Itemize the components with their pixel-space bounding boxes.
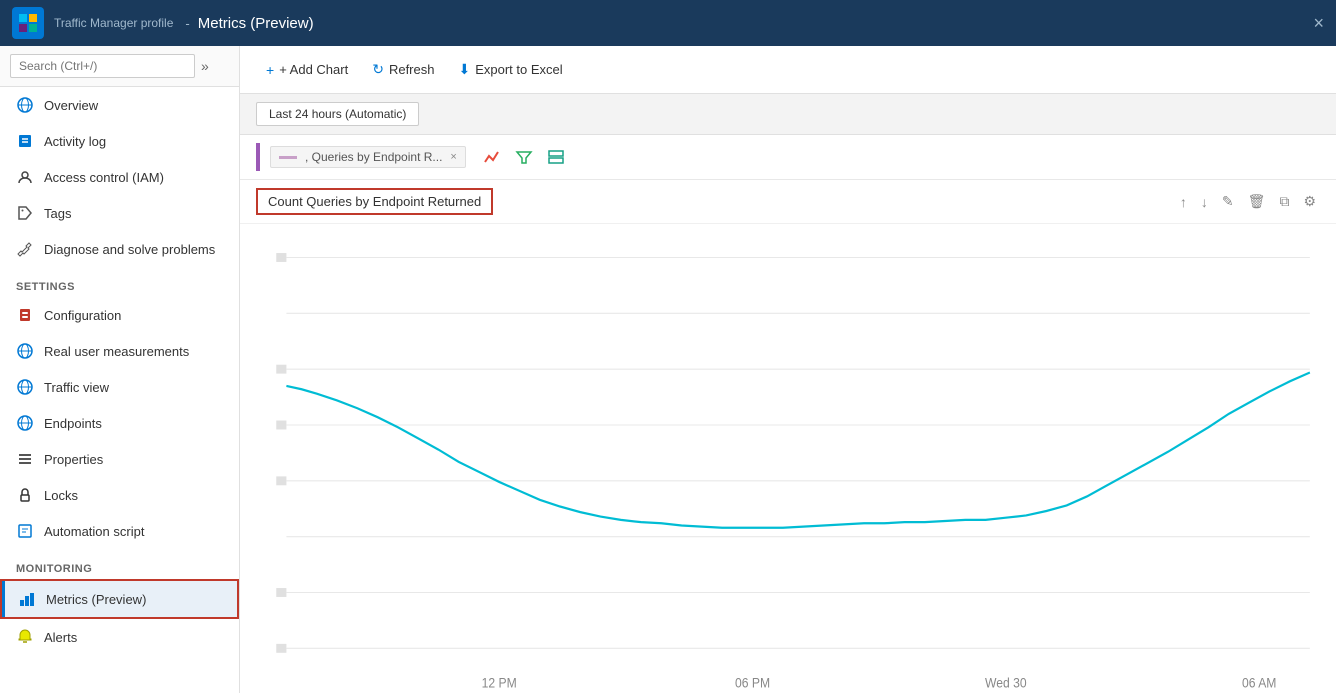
sidebar-item-label: Activity log	[44, 134, 106, 149]
chart-icon-group	[478, 143, 570, 171]
bell-icon	[16, 628, 34, 646]
svg-text:06 AM: 06 AM	[1242, 675, 1276, 691]
content-area: + + Add Chart ↻ Refresh ⬇ Export to Exce…	[240, 46, 1336, 693]
export-button[interactable]: ⬇ Export to Excel	[448, 56, 572, 83]
sidebar-item-configuration[interactable]: Configuration	[0, 297, 239, 333]
sidebar-item-label: Metrics (Preview)	[46, 592, 146, 607]
sidebar-item-endpoints[interactable]: Endpoints	[0, 405, 239, 441]
add-chart-label: + Add Chart	[279, 62, 348, 77]
chart-panel: , Queries by Endpoint R... ×	[240, 135, 1336, 693]
endpoints-icon	[16, 414, 34, 432]
chart-delete-button[interactable]: 🗑	[1244, 191, 1270, 212]
chart-title: Count Queries by Endpoint Returned	[256, 188, 493, 215]
refresh-button[interactable]: ↻ Refresh	[362, 56, 444, 83]
wrench-icon	[16, 240, 34, 258]
add-chart-icon: +	[266, 62, 274, 78]
metric-tab-label: , Queries by Endpoint R...	[305, 150, 442, 164]
sidebar-item-activity-log[interactable]: Activity log	[0, 123, 239, 159]
chart-icon	[18, 590, 36, 608]
svg-text:06 PM: 06 PM	[735, 675, 770, 691]
sidebar-item-alerts[interactable]: Alerts	[0, 619, 239, 655]
top-bar-subtitle: Traffic Manager profile	[54, 16, 173, 30]
sidebar-item-label: Traffic view	[44, 380, 109, 395]
monitoring-section-label: MONITORING	[0, 549, 239, 579]
settings-section-label: SETTINGS	[0, 267, 239, 297]
globe-blue2-icon	[16, 378, 34, 396]
tag-icon	[16, 204, 34, 222]
chart-header: Count Queries by Endpoint Returned ↑ ↓ ✎…	[240, 180, 1336, 224]
sidebar-item-tags[interactable]: Tags	[0, 195, 239, 231]
chart-move-up-button[interactable]: ↑	[1176, 192, 1191, 212]
bars-icon	[16, 450, 34, 468]
activity-log-icon	[16, 132, 34, 150]
sidebar-item-automation-script[interactable]: Automation script	[0, 513, 239, 549]
chart-filter-button[interactable]	[510, 143, 538, 171]
time-range-bar: Last 24 hours (Automatic)	[240, 94, 1336, 135]
toolbar: + + Add Chart ↻ Refresh ⬇ Export to Exce…	[240, 46, 1336, 94]
chart-settings-button[interactable]: ⚙	[1299, 191, 1320, 212]
chart-metric-tabs: , Queries by Endpoint R... ×	[240, 135, 1336, 180]
globe-blue-icon	[16, 342, 34, 360]
sidebar-item-label: Automation script	[44, 524, 144, 539]
search-input[interactable]	[10, 54, 195, 78]
script-icon	[16, 522, 34, 540]
sidebar-item-label: Overview	[44, 98, 98, 113]
chart-canvas: 12 PM 06 PM Wed 30 06 AM	[240, 224, 1336, 693]
main-layout: » Overview Activity log	[0, 46, 1336, 693]
sidebar-item-overview[interactable]: Overview	[0, 87, 239, 123]
sidebar-item-diagnose[interactable]: Diagnose and solve problems	[0, 231, 239, 267]
chart-header-actions: ↑ ↓ ✎ 🗑 ⧉ ⚙	[1176, 191, 1320, 212]
sidebar-item-traffic-view[interactable]: Traffic view	[0, 369, 239, 405]
sidebar-item-label: Real user measurements	[44, 344, 189, 359]
sidebar-item-label: Alerts	[44, 630, 77, 645]
top-bar: Traffic Manager profile - Metrics (Previ…	[0, 0, 1336, 46]
chart-line-type-button[interactable]	[478, 143, 506, 171]
metric-tab[interactable]: , Queries by Endpoint R... ×	[270, 146, 466, 168]
top-bar-title: Metrics (Preview)	[198, 15, 314, 32]
sidebar-item-real-user-measurements[interactable]: Real user measurements	[0, 333, 239, 369]
person-badge-icon	[16, 168, 34, 186]
sidebar-item-label: Locks	[44, 488, 78, 503]
top-bar-separator: -	[185, 16, 189, 31]
chart-edit-button[interactable]: ✎	[1218, 191, 1238, 212]
metric-line	[279, 156, 297, 159]
sidebar-item-label: Properties	[44, 452, 103, 467]
close-button[interactable]: ×	[1313, 13, 1324, 34]
sidebar-item-properties[interactable]: Properties	[0, 441, 239, 477]
sidebar-item-label: Access control (IAM)	[44, 170, 164, 185]
time-range-button[interactable]: Last 24 hours (Automatic)	[256, 102, 419, 126]
chart-move-down-button[interactable]: ↓	[1197, 192, 1212, 212]
lock-icon	[16, 486, 34, 504]
metric-tab-indicator	[256, 143, 260, 171]
sidebar-item-metrics-preview[interactable]: Metrics (Preview)	[0, 579, 239, 619]
sidebar-collapse-button[interactable]: »	[201, 58, 209, 74]
globe-icon	[16, 96, 34, 114]
sidebar-item-label: Configuration	[44, 308, 121, 323]
chart-copy-button[interactable]: ⧉	[1275, 191, 1293, 212]
sidebar-item-access-control[interactable]: Access control (IAM)	[0, 159, 239, 195]
chart-split-button[interactable]	[542, 143, 570, 171]
svg-text:Wed 30: Wed 30	[985, 675, 1027, 691]
export-icon: ⬇	[458, 61, 470, 78]
sidebar: » Overview Activity log	[0, 46, 240, 693]
sidebar-nav: Overview Activity log Access control (IA…	[0, 87, 239, 693]
metric-tab-close-button[interactable]: ×	[450, 151, 456, 163]
sidebar-item-locks[interactable]: Locks	[0, 477, 239, 513]
add-chart-button[interactable]: + + Add Chart	[256, 57, 358, 83]
chart-svg: 12 PM 06 PM Wed 30 06 AM	[256, 224, 1320, 693]
sidebar-item-label: Diagnose and solve problems	[44, 242, 215, 257]
sidebar-item-label: Tags	[44, 206, 71, 221]
gear-red-icon	[16, 306, 34, 324]
refresh-label: Refresh	[389, 62, 435, 77]
sidebar-item-label: Endpoints	[44, 416, 102, 431]
app-logo	[12, 7, 44, 39]
svg-text:12 PM: 12 PM	[482, 675, 517, 691]
refresh-icon: ↻	[372, 61, 384, 78]
export-label: Export to Excel	[475, 62, 562, 77]
sidebar-search-area: »	[0, 46, 239, 87]
